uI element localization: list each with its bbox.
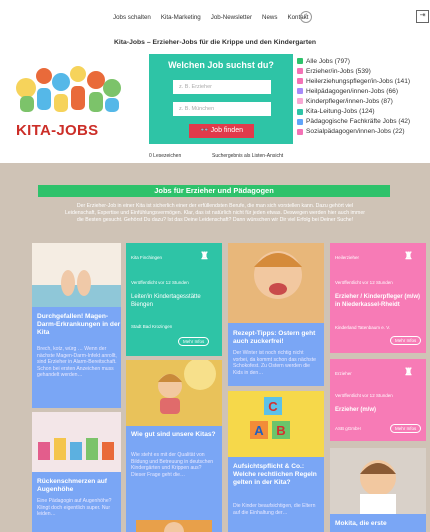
category-item[interactable]: Kita-Leitung-Jobs (124) (297, 106, 410, 116)
location-input[interactable]: z. B. München (173, 102, 271, 116)
ad-employer-top: Kita Finchingen (131, 255, 163, 260)
logo-text: KITA-JOBS (16, 122, 99, 139)
child-portrait-image (330, 448, 426, 514)
job-badge-icon: ♜ (404, 251, 413, 262)
svg-text:C: C (268, 399, 278, 414)
find-job-label: Job finden (210, 127, 243, 134)
top-nav: Jobs schalten Kita-Marketing Job-Newslet… (113, 14, 308, 21)
card-title[interactable]: Wie gut sind unsere Kitas? (131, 431, 217, 439)
ad-employer: Kinderland Tatenbaum e. V. (335, 325, 391, 330)
ad-employer: ASB gGmbH (335, 426, 361, 431)
nav-job-newsletter[interactable]: Job-Newsletter (211, 14, 252, 21)
job-ad-card-erzieher[interactable]: Erzieher ♜ Veröffentlicht vor 12 Stunden… (330, 359, 426, 441)
card-title[interactable]: Mokita, die erste (335, 520, 421, 528)
facebook-icon[interactable]: f (300, 11, 312, 23)
page-tagline: Kita-Jobs – Erzieher-Jobs für die Krippe… (113, 39, 317, 46)
job-title[interactable]: Erzieher / Kinderpfleger (m/w) in Nieder… (335, 294, 421, 309)
category-item[interactable]: Erzieher/in-Jobs (539) (297, 66, 410, 76)
ad-posted: Veröffentlicht vor 12 Stunden (131, 280, 189, 285)
category-item[interactable]: Sozialpädagogen/innen-Jobs (22) (297, 127, 410, 137)
job-ad-card-leitung[interactable]: Kita Finchingen ♜ Veröffentlicht vor 12 … (126, 243, 222, 356)
card-excerpt: Brech, kotz, würg … Wenn der nächste Mag… (37, 346, 117, 378)
svg-text:B: B (276, 423, 285, 438)
more-info-button[interactable]: Mehr Infos (178, 337, 210, 346)
intro-text: Der Erzieher-Job in einer Kita ist siche… (65, 203, 365, 223)
card-title[interactable]: Aufsichtspflicht & Co.: Welche rechtlich… (233, 463, 319, 487)
job-search-box: Welchen Job suchst du? z. B. Erzieher z.… (149, 54, 293, 144)
article-card-magen-darm[interactable]: Durchgefallen! Magen-Darm-Erkrankungen i… (32, 243, 121, 408)
checkbox-icon (297, 98, 303, 105)
job-title[interactable]: Erzieher (m/w) (335, 407, 421, 415)
abc-blocks-image: C A B (228, 391, 324, 457)
checkbox-icon (297, 58, 303, 65)
card-excerpt: Die Kinder beaufsichtigen, die Eltern au… (233, 503, 316, 516)
category-item[interactable]: Kinderpfleger/innen-Jobs (87) (297, 96, 410, 106)
section-title: Jobs für Erzieher und Pädagogen (38, 185, 390, 197)
card-excerpt: Eine Pädagogin auf Augenhöhe? Klingt doc… (37, 498, 112, 517)
checkbox-icon (297, 118, 303, 125)
ad-employer: Stadt Bad Krozingen (131, 324, 173, 329)
bookmarks-count[interactable]: 0 Lesezeichen (149, 153, 181, 159)
checkbox-icon (297, 88, 303, 95)
card-title[interactable]: Rückenschmerzen auf Augenhöhe (37, 478, 117, 494)
logout-icon[interactable]: ⇥ (416, 10, 429, 23)
child-swing-image (126, 360, 222, 426)
list-view-link[interactable]: Suchergebnis als Listen-Ansicht (212, 153, 283, 159)
job-badge-icon: ♜ (404, 367, 413, 378)
checkbox-icon (297, 128, 303, 135)
job-title[interactable]: Leiter/in Kindertagesstätte Biengen (131, 294, 211, 309)
article-card-rueckenschmerzen[interactable]: Rückenschmerzen auf Augenhöhe Eine Pädag… (32, 412, 121, 532)
kids-chairs-image (32, 412, 121, 472)
child-feet-image (32, 243, 121, 307)
article-card-kitas-qualitaet[interactable]: Wie gut sind unsere Kitas? Wie steht es … (126, 360, 222, 532)
article-card-mokita[interactable]: Mokita, die erste (330, 448, 426, 532)
more-info-button[interactable]: Mehr Infos (390, 336, 422, 345)
checkbox-icon (297, 68, 303, 75)
find-job-button[interactable]: 👓 Job finden (189, 124, 254, 138)
card-excerpt: Der Winter ist noch richtig nicht vorbei… (233, 350, 316, 376)
category-item[interactable]: Heilerziehungspfleger/in-Jobs (141) (297, 76, 410, 86)
checkbox-icon (297, 108, 303, 115)
card-title[interactable]: Rezept-Tipps: Ostern geht auch zuckerfre… (233, 330, 324, 346)
card-title[interactable]: Durchgefallen! Magen-Darm-Erkrankungen i… (37, 313, 121, 337)
category-item[interactable]: Heilpädagogen/innen-Jobs (66) (297, 86, 410, 96)
category-item[interactable]: Alle Jobs (797) (297, 56, 410, 66)
ad-category: Heilerzieher (335, 255, 360, 260)
ad-posted: Veröffentlicht vor 12 Stunden (335, 280, 393, 285)
child-eating-image (228, 243, 324, 323)
job-input[interactable]: z. B. Erzieher (173, 80, 271, 94)
more-info-button[interactable]: Mehr Infos (390, 424, 422, 433)
next-article-image (136, 520, 212, 532)
category-filter-list: Alle Jobs (797) Erzieher/in-Jobs (539) H… (297, 56, 410, 137)
svg-text:A: A (254, 423, 264, 438)
search-title: Welchen Job suchst du? (168, 60, 274, 70)
nav-news[interactable]: News (262, 14, 277, 21)
job-badge-icon: ♜ (200, 251, 209, 262)
article-card-aufsichtspflicht[interactable]: C A B Aufsichtspflicht & Co.: Welche rec… (228, 391, 324, 532)
checkbox-icon (297, 78, 303, 85)
job-ad-card-niederkassel[interactable]: Heilerzieher ♜ Veröffentlicht vor 12 Stu… (330, 243, 426, 353)
nav-kita-marketing[interactable]: Kita-Marketing (161, 14, 201, 21)
category-item[interactable]: Pädagogische Fachkräfte Jobs (42) (297, 117, 410, 127)
article-card-ostern[interactable]: Rezept-Tipps: Ostern geht auch zuckerfre… (228, 243, 324, 386)
glasses-icon: 👓 (200, 127, 209, 134)
ad-category: Erzieher (335, 371, 352, 376)
ad-posted: Veröffentlicht vor 12 Stunden (335, 393, 393, 398)
card-excerpt: Wie steht es mit der Qualität von Bildun… (131, 452, 214, 478)
nav-jobs-schalten[interactable]: Jobs schalten (113, 14, 151, 21)
